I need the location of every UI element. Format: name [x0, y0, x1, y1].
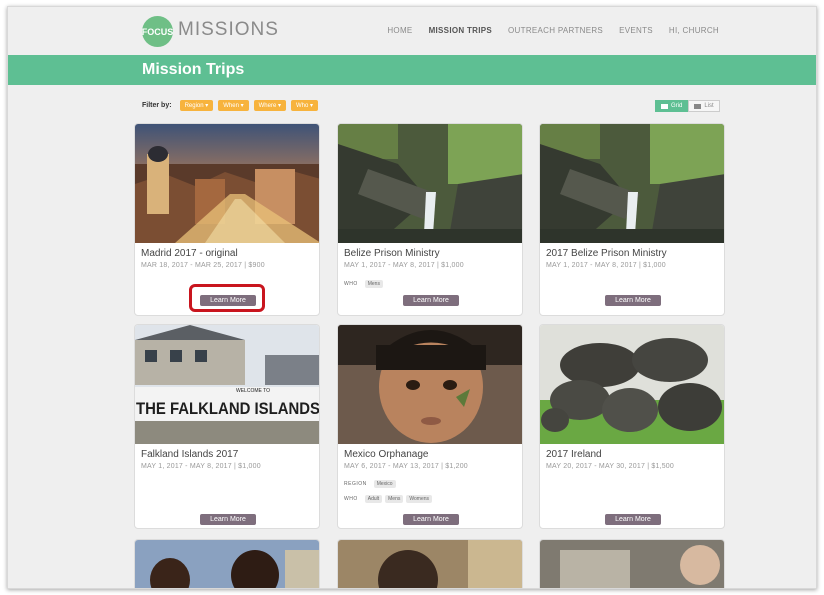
learn-more-button[interactable]: Learn More: [403, 295, 459, 306]
list-view-label: List: [704, 103, 714, 109]
who-label: WHO: [344, 496, 358, 502]
region-tags: REGION Mexico: [344, 480, 396, 488]
trip-image-madrid: [135, 124, 319, 243]
grid-view-label: Grid: [671, 103, 683, 109]
browser-frame: FOCUS MISSIONS HOME MISSION TRIPS OUTREA…: [7, 6, 817, 589]
tag-adult: Adult: [364, 495, 383, 503]
logo-text[interactable]: MISSIONS: [178, 19, 279, 41]
list-icon: [694, 103, 702, 109]
trip-title: Madrid 2017 - original: [141, 248, 238, 259]
view-toggle: Grid List: [655, 100, 720, 112]
grid-view-button[interactable]: Grid: [655, 100, 689, 112]
learn-more-button[interactable]: Learn More: [200, 514, 256, 525]
list-view-button[interactable]: List: [688, 100, 720, 112]
trip-title: Falkland Islands 2017: [141, 449, 239, 460]
nav-home[interactable]: HOME: [387, 26, 412, 35]
filter-who-button[interactable]: Who ▾: [290, 100, 318, 111]
nav-user-menu[interactable]: HI, CHURCH: [669, 26, 719, 35]
logo-mark[interactable]: FOCUS: [142, 16, 173, 47]
top-navigation: FOCUS MISSIONS HOME MISSION TRIPS OUTREA…: [8, 7, 816, 55]
page-title: Mission Trips: [142, 61, 245, 78]
nav-outreach-partners[interactable]: OUTREACH PARTNERS: [508, 26, 603, 35]
trip-dates-price: MAY 20, 2017 - MAY 30, 2017 | $1,500: [546, 463, 674, 470]
grid-icon: [661, 103, 668, 109]
sign-text-top: WELCOME TO: [236, 388, 270, 394]
trip-card: Belize Prison Ministry MAY 1, 2017 - MAY…: [337, 123, 523, 316]
who-tags: WHO Adult Mens Womens: [344, 495, 433, 503]
nav-events[interactable]: EVENTS: [619, 26, 653, 35]
tag-mens: Mens: [364, 280, 383, 288]
trip-image-belize-2017: [540, 124, 724, 243]
tag-mexico: Mexico: [373, 480, 396, 488]
trip-dates-price: MAY 1, 2017 - MAY 8, 2017 | $1,000: [344, 262, 464, 269]
tag-womens: Womens: [406, 495, 433, 503]
trip-image-kids: [135, 540, 319, 588]
learn-more-button[interactable]: Learn More: [403, 514, 459, 525]
page-banner: Mission Trips: [8, 55, 816, 85]
trip-dates-price: MAY 1, 2017 - MAY 8, 2017 | $1,000: [546, 262, 666, 269]
trip-title: Mexico Orphanage: [344, 449, 429, 460]
trip-image-belize: [338, 124, 522, 243]
who-tags: WHO Mens: [344, 280, 383, 288]
learn-more-button[interactable]: Learn More: [605, 514, 661, 525]
trip-image-mexico: [338, 325, 522, 444]
learn-more-button[interactable]: Learn More: [605, 295, 661, 306]
who-label: WHO: [344, 281, 358, 287]
filter-when-button[interactable]: When ▾: [218, 100, 249, 111]
annotation-highlight: [189, 284, 265, 312]
tag-mens: Mens: [385, 495, 404, 503]
trip-card: 2017 Belize Prison Ministry MAY 1, 2017 …: [539, 123, 725, 316]
trip-title: Belize Prison Ministry: [344, 248, 440, 259]
filter-bar: Filter by: Region ▾ When ▾ Where ▾ Who ▾: [142, 100, 318, 111]
region-label: REGION: [344, 481, 367, 487]
filter-region-button[interactable]: Region ▾: [179, 100, 214, 111]
trip-image-ireland: [540, 325, 724, 444]
trip-dates-price: MAY 1, 2017 - MAY 8, 2017 | $1,000: [141, 463, 261, 470]
trip-image-falkland: WELCOME TO THE FALKLAND ISLANDS: [135, 325, 320, 444]
trip-card-partial: [337, 539, 523, 588]
trip-card: 2017 Ireland MAY 20, 2017 - MAY 30, 2017…: [539, 324, 725, 529]
trip-card-partial: [539, 539, 725, 588]
filter-label: Filter by:: [142, 102, 172, 109]
trip-card-partial: [134, 539, 320, 588]
nav-links: HOME MISSION TRIPS OUTREACH PARTNERS EVE…: [387, 26, 719, 35]
sign-text-main: THE FALKLAND ISLANDS: [136, 399, 320, 418]
nav-mission-trips[interactable]: MISSION TRIPS: [429, 26, 492, 35]
trip-card: Mexico Orphanage MAY 6, 2017 - MAY 13, 2…: [337, 324, 523, 529]
trip-image-classroom: [540, 540, 724, 588]
trip-dates-price: MAY 6, 2017 - MAY 13, 2017 | $1,200: [344, 463, 468, 470]
trip-image-women: [338, 540, 522, 588]
filter-where-button[interactable]: Where ▾: [253, 100, 286, 111]
trip-dates-price: MAR 18, 2017 - MAR 25, 2017 | $900: [141, 262, 265, 269]
trip-card: WELCOME TO THE FALKLAND ISLANDS Falkland…: [134, 324, 320, 529]
trip-title: 2017 Ireland: [546, 449, 602, 460]
trip-title: 2017 Belize Prison Ministry: [546, 248, 667, 259]
